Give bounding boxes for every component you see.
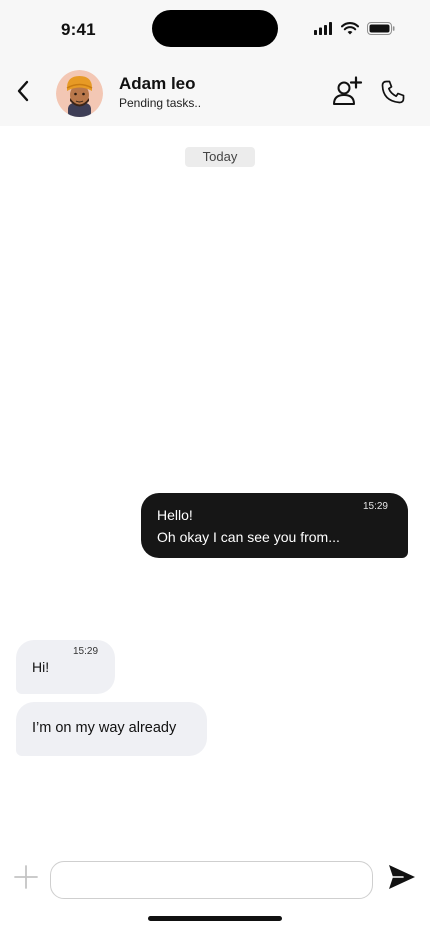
- date-separator: Today: [185, 147, 255, 167]
- chat-screen: 9:41 Adam leo Pending tasks.. Today 15:2…: [0, 0, 430, 932]
- message-input[interactable]: [50, 861, 373, 899]
- send-icon: [386, 865, 418, 896]
- contact-name[interactable]: Adam leo: [119, 74, 196, 94]
- status-time: 9:41: [61, 20, 96, 39]
- chevron-left-icon: [16, 80, 30, 107]
- avatar[interactable]: [56, 70, 103, 117]
- incoming-message-bubble[interactable]: 15:29 Hi!: [16, 640, 115, 694]
- status-icons: [314, 22, 395, 40]
- message-time: 15:29: [362, 501, 388, 512]
- back-button[interactable]: [10, 79, 36, 107]
- battery-icon: [367, 22, 395, 40]
- cellular-signal-icon: [314, 22, 333, 40]
- wifi-icon: [340, 22, 360, 40]
- outgoing-message-bubble[interactable]: 15:29 Hello! Oh okay I can see you from.…: [141, 493, 408, 558]
- home-indicator: [148, 916, 282, 921]
- add-user-icon: [331, 76, 363, 112]
- message-text: I’m on my way already: [32, 720, 177, 736]
- message-text: Hi!: [32, 659, 50, 675]
- dynamic-island: [152, 10, 278, 47]
- contact-status: Pending tasks..: [119, 96, 202, 110]
- plus-icon: [12, 865, 40, 895]
- status-bar: 9:41: [0, 0, 430, 60]
- chat-header: Adam leo Pending tasks..: [0, 60, 430, 126]
- message-text-line: Oh okay I can see you from...: [157, 529, 340, 545]
- attach-button[interactable]: [12, 863, 40, 891]
- message-text-line: Hello!: [157, 507, 193, 523]
- incoming-message-bubble[interactable]: I’m on my way already: [16, 702, 207, 756]
- add-user-button[interactable]: [331, 76, 363, 108]
- send-button[interactable]: [386, 862, 418, 892]
- message-time: 15:29: [73, 646, 99, 657]
- phone-icon: [380, 80, 406, 109]
- call-button[interactable]: [380, 79, 406, 105]
